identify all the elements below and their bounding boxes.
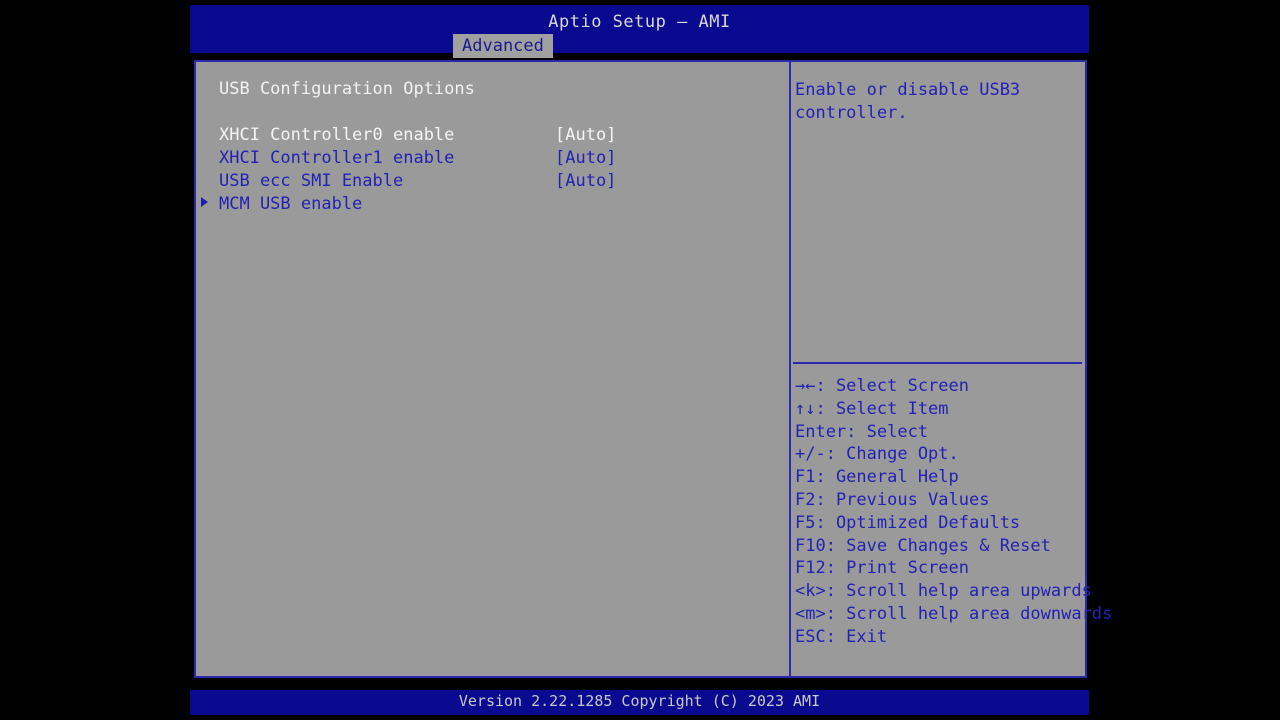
help-description: Enable or disable USB3 controller. (795, 80, 1031, 123)
legend-print-screen: F12: Print Screen (795, 558, 969, 579)
setting-row-mcm-usb-enable[interactable]: MCM USB enable (196, 194, 789, 217)
setting-label: USB ecc SMI Enable (219, 171, 404, 191)
settings-pane: USB Configuration Options XHCI Controlle… (196, 62, 789, 676)
legend-general-help: F1: General Help (795, 467, 959, 488)
key-legend: →←: Select Screen ↑↓: Select Item Enter:… (795, 375, 1113, 649)
legend-enter-select: Enter: Select (795, 421, 929, 442)
legend-change-opt: +/-: Change Opt. (795, 444, 959, 465)
section-title: USB Configuration Options (219, 79, 475, 99)
legend-select-item: ↑↓: Select Item (795, 398, 949, 419)
legend-scroll-help-up: <k>: Scroll help area upwards (795, 581, 1092, 602)
help-separator (793, 362, 1082, 364)
version-copyright: Version 2.22.1285 Copyright (C) 2023 AMI (458, 692, 821, 710)
menu-tab-bar: Advanced (190, 34, 1089, 58)
tab-advanced[interactable]: Advanced (453, 34, 553, 58)
setting-row-usb-ecc-smi-enable[interactable]: USB ecc SMI Enable [Auto] (196, 171, 789, 194)
page-title: Aptio Setup – AMI (548, 12, 731, 32)
bios-setup-screen: Aptio Setup – AMI Advanced USB Configura… (0, 0, 1280, 720)
setting-label: XHCI Controller0 enable (219, 125, 455, 145)
triangle-right-icon (201, 197, 208, 207)
setting-label: MCM USB enable (219, 194, 363, 214)
main-panel: USB Configuration Options XHCI Controlle… (194, 60, 1113, 678)
legend-previous-values: F2: Previous Values (795, 489, 990, 510)
help-pane: Enable or disable USB3 controller. →←: S… (791, 62, 1113, 676)
setting-value[interactable]: [Auto] (555, 171, 616, 191)
legend-optimized-defaults: F5: Optimized Defaults (795, 512, 1021, 533)
legend-save-changes-reset: F10: Save Changes & Reset (795, 535, 1051, 556)
footer-bar: Version 2.22.1285 Copyright (C) 2023 AMI (190, 690, 1089, 715)
setting-value[interactable]: [Auto] (555, 148, 616, 168)
legend-scroll-help-down: <m>: Scroll help area downwards (795, 603, 1113, 624)
setting-label: XHCI Controller1 enable (219, 148, 455, 168)
setting-row-xhci-controller0-enable[interactable]: XHCI Controller0 enable [Auto] (196, 125, 789, 148)
header-bar: Aptio Setup – AMI Advanced (190, 5, 1089, 58)
settings-list: XHCI Controller0 enable [Auto] XHCI Cont… (196, 125, 789, 217)
setting-value[interactable]: [Auto] (555, 125, 616, 145)
legend-select-screen: →←: Select Screen (795, 376, 969, 396)
setting-row-xhci-controller1-enable[interactable]: XHCI Controller1 enable [Auto] (196, 148, 789, 171)
legend-esc-exit: ESC: Exit (795, 626, 888, 647)
